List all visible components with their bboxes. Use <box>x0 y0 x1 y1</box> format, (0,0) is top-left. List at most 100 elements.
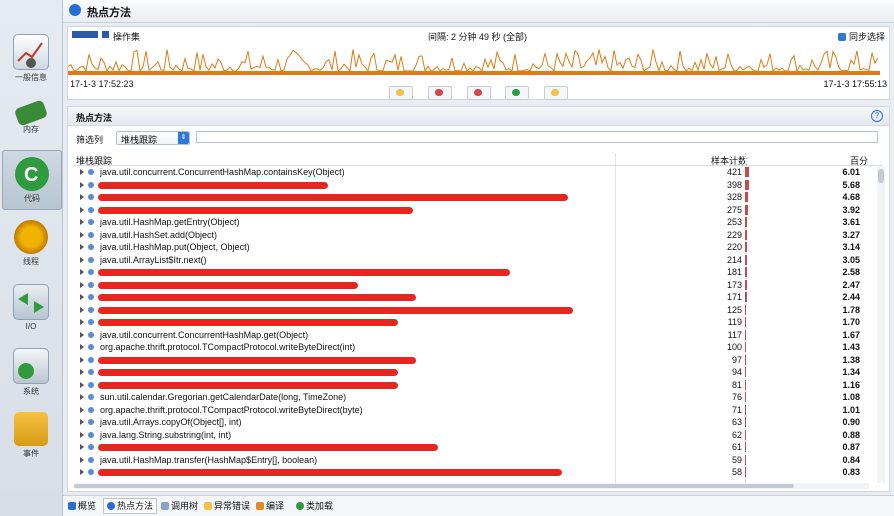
expand-triangle-icon[interactable] <box>80 194 84 200</box>
method-icon <box>88 431 94 438</box>
redaction-mark <box>98 444 438 451</box>
sidebar-item-label: 一般信息 <box>15 73 47 82</box>
table-row[interactable]: org.apache.thrift.protocol.TCompactProto… <box>74 404 869 416</box>
help-icon[interactable]: ? <box>871 110 883 122</box>
back-button[interactable] <box>389 86 414 100</box>
expand-triangle-icon[interactable] <box>80 469 84 475</box>
overview-icon <box>68 502 76 510</box>
redaction-mark <box>98 181 328 189</box>
expand-triangle-icon[interactable] <box>80 306 84 313</box>
tab-overview[interactable]: 概览 <box>65 499 99 513</box>
sidebar-item-memory[interactable]: 内存 <box>2 90 60 148</box>
table-row[interactable]: 61 0.87 <box>74 441 869 453</box>
expand-triangle-icon[interactable] <box>80 369 84 375</box>
sidebar-item-events[interactable]: 事件 <box>2 406 60 464</box>
expand-triangle-icon[interactable] <box>80 344 84 350</box>
expand-triangle-icon[interactable] <box>80 256 84 263</box>
tab-class-loading[interactable]: 类加载 <box>293 499 336 513</box>
scroll-thumb[interactable] <box>74 484 794 488</box>
forward-button[interactable] <box>543 86 568 100</box>
sample-count: 61 <box>731 442 742 452</box>
percent-value: 3.27 <box>842 229 860 240</box>
table-row[interactable]: 171 2.44 <box>74 291 869 303</box>
percent-value: 2.58 <box>842 267 860 277</box>
expand-triangle-icon[interactable] <box>80 269 84 275</box>
sidebar-item-system[interactable]: 系统 <box>2 342 60 400</box>
zoom-select-button[interactable] <box>427 86 452 100</box>
table-row[interactable]: 173 2.47 <box>74 279 869 291</box>
table-header: 堆栈跟踪 样本计数 百分 <box>74 153 883 166</box>
expand-triangle-icon[interactable] <box>80 431 84 438</box>
table-row[interactable]: 97 1.38 <box>74 354 869 366</box>
table-row[interactable]: 125 1.78 <box>74 304 869 316</box>
filter-column-select[interactable]: 堆栈跟踪 ⇕ <box>116 131 190 145</box>
table-row[interactable]: java.util.concurrent.ConcurrentHashMap.c… <box>74 166 869 178</box>
method-icon <box>88 319 94 325</box>
percent-value: 6.01 <box>842 167 860 177</box>
tab-exceptions[interactable]: 异常错误 <box>201 499 253 513</box>
sidebar-item-threads[interactable]: 线程 <box>2 214 60 272</box>
expand-triangle-icon[interactable] <box>80 406 84 413</box>
table-row[interactable]: org.apache.thrift.protocol.TCompactProto… <box>74 341 869 353</box>
sync-selection-checkbox[interactable]: 同步选择 <box>837 30 885 43</box>
tab-compile[interactable]: 编译 <box>253 499 287 513</box>
table-row[interactable]: java.util.Arrays.copyOf(Object[], int) 63… <box>74 416 869 428</box>
sidebar-item-code[interactable]: C 代码 <box>2 150 62 210</box>
table-row[interactable]: java.util.concurrent.ConcurrentHashMap.g… <box>74 329 869 341</box>
sample-count: 97 <box>731 354 742 365</box>
expand-triangle-icon[interactable] <box>80 231 84 238</box>
method-name: org.apache.thrift.protocol.TCompactProto… <box>100 404 363 415</box>
table-row[interactable]: java.util.HashMap.put(Object, Object) 220… <box>74 241 869 253</box>
expand-triangle-icon[interactable] <box>80 181 84 188</box>
tab-call-tree[interactable]: 调用树 <box>158 499 201 513</box>
method-icon <box>88 244 94 250</box>
method-icon <box>88 369 94 375</box>
table-row[interactable]: java.lang.String.substring(int, int) 62 0.… <box>74 429 869 441</box>
expand-triangle-icon[interactable] <box>80 281 84 288</box>
horizontal-scrollbar[interactable] <box>74 483 869 489</box>
table-row[interactable]: java.util.HashSet.add(Object) 229 3.27 <box>74 229 869 241</box>
expand-triangle-icon[interactable] <box>80 444 84 450</box>
vertical-scrollbar[interactable] <box>877 167 885 483</box>
sample-count: 171 <box>726 292 742 302</box>
table-row[interactable]: 58 0.83 <box>74 466 869 478</box>
table-row[interactable]: sun.util.calendar.Gregorian.getCalendarD… <box>74 391 869 403</box>
sidebar-item-general[interactable]: 一般信息 <box>2 28 60 86</box>
io-icon <box>13 284 49 320</box>
filter-input[interactable] <box>196 131 878 143</box>
expand-triangle-icon[interactable] <box>80 294 84 300</box>
table-row[interactable]: 81 1.16 <box>74 379 869 391</box>
sidebar-item-io[interactable]: I/O <box>2 278 60 336</box>
expand-triangle-icon[interactable] <box>80 319 84 325</box>
zoom-fit-button[interactable] <box>505 86 530 100</box>
expand-triangle-icon[interactable] <box>80 219 84 225</box>
expand-triangle-icon[interactable] <box>80 356 84 363</box>
sample-bar <box>745 467 746 477</box>
expand-triangle-icon[interactable] <box>80 394 84 400</box>
table-row[interactable]: 275 3.92 <box>74 204 869 216</box>
expand-triangle-icon[interactable] <box>80 169 84 175</box>
zoom-out-button[interactable] <box>466 86 491 100</box>
percent-value: 2.47 <box>842 279 860 290</box>
table-row[interactable]: java.util.ArrayList$Itr.next() 214 3.05 <box>74 254 869 266</box>
table-row[interactable]: java.util.HashMap.transfer(HashMap$Entry… <box>74 454 869 466</box>
tab-hotspots[interactable]: 热点方法 <box>103 498 158 514</box>
expand-triangle-icon[interactable] <box>80 331 84 338</box>
table-row[interactable]: 398 5.68 <box>74 179 869 191</box>
sample-bar <box>745 317 747 327</box>
arrow-right-icon <box>550 89 559 96</box>
percent-value: 2.44 <box>842 292 860 302</box>
expand-triangle-icon[interactable] <box>80 456 84 463</box>
expand-triangle-icon[interactable] <box>80 381 84 388</box>
table-row[interactable]: 181 2.58 <box>74 266 869 278</box>
expand-triangle-icon[interactable] <box>80 206 84 213</box>
scroll-thumb[interactable] <box>878 169 884 183</box>
table-row[interactable]: java.util.HashMap.getEntry(Object) 253 3.6… <box>74 216 869 228</box>
percent-value: 0.87 <box>842 442 860 452</box>
method-icon <box>88 206 94 213</box>
table-row[interactable]: 119 1.70 <box>74 316 869 328</box>
expand-triangle-icon[interactable] <box>80 419 84 425</box>
expand-triangle-icon[interactable] <box>80 244 84 250</box>
table-row[interactable]: 328 4.68 <box>74 191 869 203</box>
table-row[interactable]: 94 1.34 <box>74 366 869 378</box>
